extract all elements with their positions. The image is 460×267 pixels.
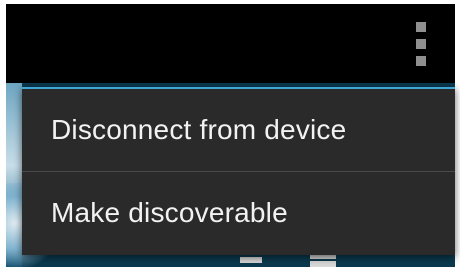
- action-bar: [6, 4, 455, 83]
- nav-bar-segment: [240, 257, 262, 263]
- screen: Disconnect from device Make discoverable: [0, 0, 460, 267]
- overflow-dot: [416, 56, 426, 66]
- menu-item-disconnect-from-device[interactable]: Disconnect from device: [22, 89, 455, 171]
- overflow-dot: [416, 22, 426, 32]
- menu-item-label: Disconnect from device: [51, 114, 347, 145]
- overflow-menu-icon[interactable]: [411, 22, 431, 66]
- overflow-dot: [416, 39, 426, 49]
- menu-item-label: Make discoverable: [51, 197, 288, 228]
- overflow-popup-menu: Disconnect from device Make discoverable: [22, 87, 455, 255]
- nav-bar-segment: [310, 261, 336, 267]
- menu-item-make-discoverable[interactable]: Make discoverable: [22, 172, 455, 254]
